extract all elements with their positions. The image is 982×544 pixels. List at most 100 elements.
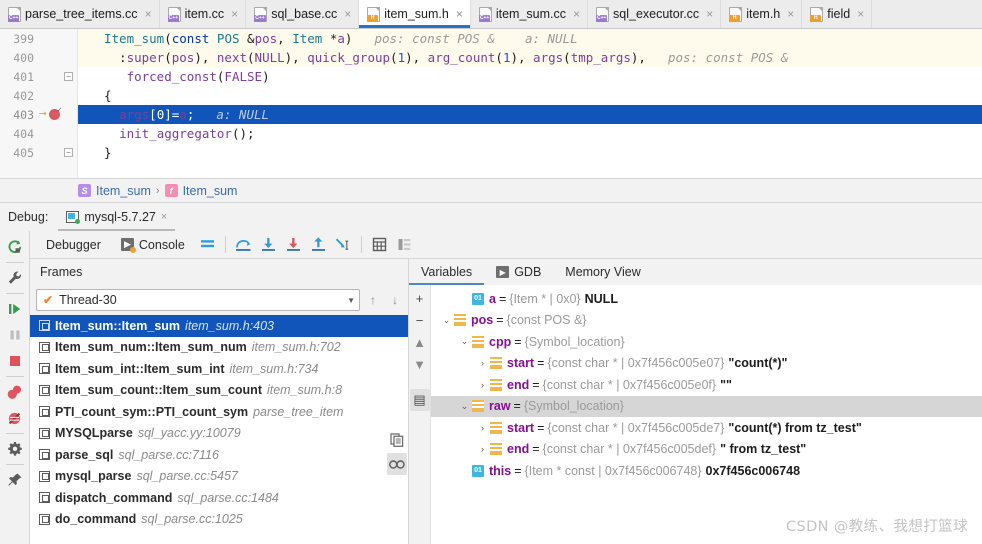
variable-row[interactable]: 01 a = {Item * | 0x0} NULL <box>431 288 982 310</box>
close-tab-icon[interactable]: × <box>231 8 238 20</box>
breadcrumb-item-1[interactable]: f Item_sum <box>164 184 237 198</box>
code-line-400[interactable]: :super(pos), next(NULL), quick_group(1),… <box>78 48 982 67</box>
show-variables-icon[interactable] <box>392 232 417 257</box>
expander-icon[interactable]: ⌄ <box>457 401 472 412</box>
step-out-icon[interactable] <box>306 232 331 257</box>
tab-debugger[interactable]: Debugger <box>36 231 111 258</box>
tab-gdb[interactable]: ▶ GDB <box>484 260 553 285</box>
frame-row[interactable]: PTI_count_sym::PTI_count_sym parse_tree_i… <box>30 401 408 423</box>
code-fold-icon[interactable]: − <box>64 72 73 81</box>
close-tab-icon[interactable]: × <box>344 8 351 20</box>
pin-tab-icon[interactable] <box>2 467 28 493</box>
code-fold-icon[interactable]: − <box>64 148 73 157</box>
pause-program-icon[interactable] <box>2 322 28 348</box>
evaluate-expression-icon[interactable] <box>367 232 392 257</box>
copy-stack-icon[interactable] <box>387 429 407 451</box>
variable-row[interactable]: ⌄ pos = {const POS &} <box>431 310 982 332</box>
code-line-403[interactable]: args[0]=a; a: NULL <box>78 105 982 124</box>
variable-row[interactable]: ⌄ cpp = {Symbol_location} <box>431 331 982 353</box>
code-line-404[interactable]: init_aggregator(); <box>78 124 982 143</box>
expander-icon[interactable]: ⌄ <box>439 315 454 326</box>
view-breakpoints-icon[interactable] <box>2 379 28 405</box>
editor-tab-item-cc[interactable]: C++ item.cc × <box>159 0 247 28</box>
gutter-line-405[interactable]: 405 − <box>0 143 77 162</box>
frame-row[interactable]: Item_sum_int::Item_sum_int item_sum.h:734 <box>30 358 408 380</box>
code-editor[interactable]: 399 400 401 − 402 403 ➞ 404 405 − Item_sum(const … <box>0 29 982 179</box>
code-line-402[interactable]: { <box>78 86 982 105</box>
editor-gutter[interactable]: 399 400 401 − 402 403 ➞ 404 405 − <box>0 29 78 178</box>
expander-icon[interactable]: › <box>475 380 490 390</box>
editor-tab-item-sum-cc[interactable]: C++ item_sum.cc × <box>470 0 589 28</box>
stop-program-icon[interactable] <box>2 348 28 374</box>
editor-tab-sql-executor-cc[interactable]: C++ sql_executor.cc × <box>588 0 722 28</box>
mute-breakpoints-icon[interactable] <box>2 405 28 431</box>
frame-row[interactable]: mysql_parse sql_parse.cc:5457 <box>30 466 408 488</box>
frames-list[interactable]: Item_sum::Item_sum item_sum.h:403 Item_sum… <box>30 315 408 544</box>
frame-up-button[interactable]: ↑ <box>364 290 382 310</box>
variable-row[interactable]: › end = {const char * | 0x7f456c005e0f} "" <box>431 374 982 396</box>
close-session-icon[interactable]: × <box>161 211 167 223</box>
frame-row[interactable]: Item_sum_count::Item_sum_count item_sum.h… <box>30 380 408 402</box>
breakpoint-verified-icon[interactable] <box>48 105 62 120</box>
add-watch-icon[interactable]: + <box>410 287 430 309</box>
code-line-399[interactable]: Item_sum(const POS &pos, Item *a) pos: co… <box>78 29 982 48</box>
close-tab-icon[interactable]: × <box>456 8 463 20</box>
gutter-line-399[interactable]: 399 <box>0 29 77 48</box>
variable-row[interactable]: › end = {const char * | 0x7f456c005def} " fr… <box>431 439 982 461</box>
gutter-line-404[interactable]: 404 <box>0 124 77 143</box>
editor-tab-parse-tree-items-cc[interactable]: C++ parse_tree_items.cc × <box>0 0 160 28</box>
frame-row[interactable]: do_command sql_parse.cc:1025 <box>30 509 408 531</box>
resume-program-icon[interactable] <box>2 296 28 322</box>
editor-tab-item-h[interactable]: Hitem.h × <box>721 0 803 28</box>
settings-gear-icon[interactable] <box>2 436 28 462</box>
thread-dropdown[interactable]: ✔ Thread-30 ▼ <box>36 289 360 311</box>
move-watch-down-icon[interactable]: ▼ <box>410 353 430 375</box>
gutter-line-401[interactable]: 401 − <box>0 67 77 86</box>
code-line-405[interactable]: } <box>78 143 982 162</box>
breadcrumb[interactable]: S Item_sum › f Item_sum <box>0 179 982 203</box>
code-line-401[interactable]: forced_const(FALSE) <box>78 67 982 86</box>
frame-row[interactable]: Item_sum_num::Item_sum_num item_sum.h:702 <box>30 337 408 359</box>
expander-icon[interactable]: › <box>475 358 490 368</box>
step-over-icon[interactable] <box>231 232 256 257</box>
remove-watch-icon[interactable]: − <box>410 309 430 331</box>
inline-watches-icon[interactable]: ▤ <box>409 389 430 411</box>
close-tab-icon[interactable]: × <box>857 8 864 20</box>
expander-icon[interactable]: › <box>475 444 490 454</box>
step-into-icon[interactable] <box>256 232 281 257</box>
chevron-down-icon[interactable]: ▼ <box>347 296 355 305</box>
editor-tab-sql-base-cc[interactable]: C++ sql_base.cc × <box>246 0 360 28</box>
close-tab-icon[interactable]: × <box>787 8 794 20</box>
force-step-into-icon[interactable] <box>281 232 306 257</box>
wrench-settings-icon[interactable] <box>2 265 28 291</box>
gutter-line-403[interactable]: 403 ➞ <box>0 105 77 124</box>
layout-settings-icon[interactable] <box>195 232 220 257</box>
variables-tree[interactable]: 01 a = {Item * | 0x0} NULL ⌄ pos = {const POS &}… <box>431 285 982 544</box>
tab-variables[interactable]: Variables <box>409 260 485 285</box>
editor-tab-field[interactable]: Hfield × <box>802 0 873 28</box>
expander-icon[interactable]: › <box>475 423 490 433</box>
variable-row[interactable]: 01 this = {Item * const | 0x7f456c006748} 0x… <box>431 460 982 482</box>
frame-down-button[interactable]: ↓ <box>386 290 404 310</box>
frame-row[interactable]: parse_sql sql_parse.cc:7116 <box>30 444 408 466</box>
variable-row[interactable]: › start = {const char * | 0x7f456c005e07} "c… <box>431 353 982 375</box>
close-tab-icon[interactable]: × <box>573 8 580 20</box>
editor-tab-item-sum-h[interactable]: Hitem_sum.h × <box>359 0 471 28</box>
tab-console[interactable]: ▶ Console <box>111 231 195 258</box>
close-tab-icon[interactable]: × <box>145 8 152 20</box>
expander-icon[interactable]: ⌄ <box>457 336 472 347</box>
frame-row[interactable]: dispatch_command sql_parse.cc:1484 <box>30 487 408 509</box>
move-watch-up-icon[interactable]: ▲ <box>410 331 430 353</box>
variable-row[interactable]: › start = {const char * | 0x7f456c005de7} "c… <box>431 417 982 439</box>
rerun-icon[interactable] <box>2 234 28 260</box>
breadcrumb-item-0[interactable]: S Item_sum <box>78 184 151 198</box>
gutter-line-400[interactable]: 400 <box>0 48 77 67</box>
gutter-line-402[interactable]: 402 <box>0 86 77 105</box>
editor-code-area[interactable]: Item_sum(const POS &pos, Item *a) pos: co… <box>78 29 982 178</box>
variable-row[interactable]: ⌄ raw = {Symbol_location} <box>431 395 982 417</box>
close-tab-icon[interactable]: × <box>706 8 713 20</box>
tab-memory-view[interactable]: Memory View <box>553 260 652 285</box>
frame-row[interactable]: Item_sum::Item_sum item_sum.h:403 <box>30 315 408 337</box>
frame-row[interactable]: MYSQLparse sql_yacc.yy:10079 <box>30 423 408 445</box>
watches-icon[interactable] <box>387 453 407 475</box>
